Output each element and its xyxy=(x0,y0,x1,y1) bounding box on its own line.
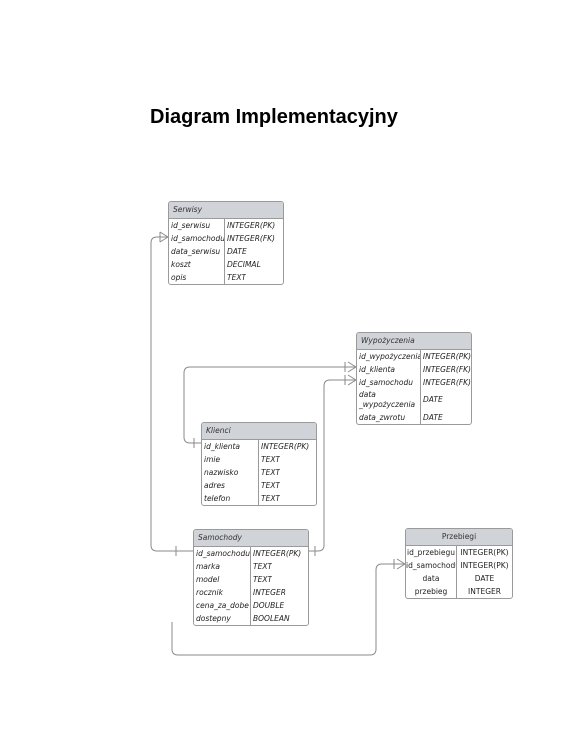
column-name: data_zwrotu xyxy=(357,411,421,424)
table-row: id_przebiegu INTEGER(PK) xyxy=(406,546,512,559)
crow-foot-wypozyczenia-samochod xyxy=(347,374,357,381)
table-row: id_wypożyczenia INTEGER(PK) xyxy=(357,350,471,363)
column-name: id_przebiegu xyxy=(406,546,457,559)
table-row: id_samochodu INTEGER(PK) xyxy=(194,547,308,560)
column-name: id_klienta xyxy=(202,440,259,453)
entity-header: Przebiegi xyxy=(406,529,512,546)
column-type: INTEGER(PK) xyxy=(460,548,509,557)
column-type: DATE xyxy=(423,413,443,422)
table-row: koszt DECIMAL xyxy=(169,258,283,271)
column-name: adres xyxy=(202,479,259,492)
crow-foot-wypozyczenia-klient xyxy=(347,361,357,368)
column-name: data_serwisu xyxy=(169,245,225,258)
table-row: rocznik INTEGER xyxy=(194,586,308,599)
crow-foot-przebiegi xyxy=(396,558,406,565)
column-type: INTEGER(PK) xyxy=(422,352,471,361)
table-row: telefon TEXT xyxy=(202,492,316,505)
column-name: opis xyxy=(169,271,225,284)
table-row: adres TEXT xyxy=(202,479,316,492)
column-type: INTEGER(PK) xyxy=(261,442,310,451)
entity-klienci[interactable]: Klienci id_klienta INTEGER(PK) imie TEXT n… xyxy=(201,422,317,506)
column-name: koszt xyxy=(169,258,225,271)
column-name: cena_za_dobe xyxy=(194,599,251,612)
table-row: przebieg INTEGER xyxy=(406,585,512,598)
column-type: INTEGER(FK) xyxy=(423,378,471,387)
table-row: data_zwrotu DATE xyxy=(357,411,471,424)
entity-header: Wypożyczenia xyxy=(357,333,471,350)
column-type: INTEGER xyxy=(253,588,286,597)
column-type: INTEGER(PK) xyxy=(227,221,276,230)
table-row: marka TEXT xyxy=(194,560,308,573)
table-row: data_serwisu DATE xyxy=(169,245,283,258)
entity-wypozyczenia[interactable]: Wypożyczenia id_wypożyczenia INTEGER(PK) … xyxy=(356,332,472,425)
column-name: id_samochodu xyxy=(406,559,457,572)
table-row: id_samochodu INTEGER(PK) xyxy=(406,559,512,572)
column-name: id_samochodu xyxy=(196,547,251,560)
table-row: id_samochodu INTEGER(FK) xyxy=(357,376,471,389)
table-row: opis TEXT xyxy=(169,271,283,284)
table-row: imie TEXT xyxy=(202,453,316,466)
column-name: przebieg xyxy=(406,585,457,598)
column-name: id_klienta xyxy=(357,363,421,376)
column-type: INTEGER(PK) xyxy=(253,549,302,558)
column-type: INTEGER(FK) xyxy=(227,234,275,243)
table-row: nazwisko TEXT xyxy=(202,466,316,479)
entity-header: Klienci xyxy=(202,423,316,440)
column-name: model xyxy=(194,573,251,586)
column-type: TEXT xyxy=(261,494,281,503)
table-row: data _wypożyczenia DATE xyxy=(357,389,471,411)
column-name: id_samochodu xyxy=(171,232,225,245)
column-name: imie xyxy=(202,453,259,466)
table-row: data DATE xyxy=(406,572,512,585)
column-type: DATE xyxy=(474,574,495,583)
column-type: TEXT xyxy=(261,468,281,477)
column-name: marka xyxy=(194,560,251,573)
column-type: TEXT xyxy=(253,562,273,571)
table-row: id_serwisu INTEGER(PK) xyxy=(169,219,283,232)
table-row: dostepny BOOLEAN xyxy=(194,612,308,625)
column-name: id_samochodu xyxy=(357,376,421,389)
entity-przebiegi[interactable]: Przebiegi id_przebiegu INTEGER(PK) id_sam… xyxy=(405,528,513,599)
column-name: rocznik xyxy=(194,586,251,599)
entity-samochody[interactable]: Samochody id_samochodu INTEGER(PK) marka T… xyxy=(193,529,309,626)
column-name: nazwisko xyxy=(202,466,259,479)
table-row: id_klienta INTEGER(FK) xyxy=(357,363,471,376)
column-type: INTEGER(PK) xyxy=(460,561,509,570)
column-type: DATE xyxy=(227,247,247,256)
column-type: DOUBLE xyxy=(253,601,285,610)
entity-serwisy[interactable]: Serwisy id_serwisu INTEGER(PK) id_samocho… xyxy=(168,201,284,285)
entity-header: Serwisy xyxy=(169,202,283,219)
column-type: INTEGER xyxy=(468,587,501,596)
table-row: model TEXT xyxy=(194,573,308,586)
column-name: data _wypożyczenia xyxy=(357,389,421,411)
column-type: INTEGER(FK) xyxy=(423,365,471,374)
column-type: TEXT xyxy=(227,273,247,282)
column-type: DECIMAL xyxy=(227,260,261,269)
column-type: TEXT xyxy=(253,575,273,584)
entity-header: Samochody xyxy=(194,530,308,547)
column-type: DATE xyxy=(423,395,443,404)
column-name: dostepny xyxy=(194,612,251,625)
column-name: data xyxy=(406,572,457,585)
column-type: TEXT xyxy=(261,481,281,490)
crow-foot-serwisy xyxy=(159,231,169,238)
table-row: id_klienta INTEGER(PK) xyxy=(202,440,316,453)
table-row: cena_za_dobe DOUBLE xyxy=(194,599,308,612)
column-type: BOOLEAN xyxy=(253,614,290,623)
column-name: id_serwisu xyxy=(169,219,225,232)
table-row: id_samochodu INTEGER(FK) xyxy=(169,232,283,245)
column-name: id_wypożyczenia xyxy=(359,350,421,363)
column-type: TEXT xyxy=(261,455,281,464)
column-name: telefon xyxy=(202,492,259,505)
